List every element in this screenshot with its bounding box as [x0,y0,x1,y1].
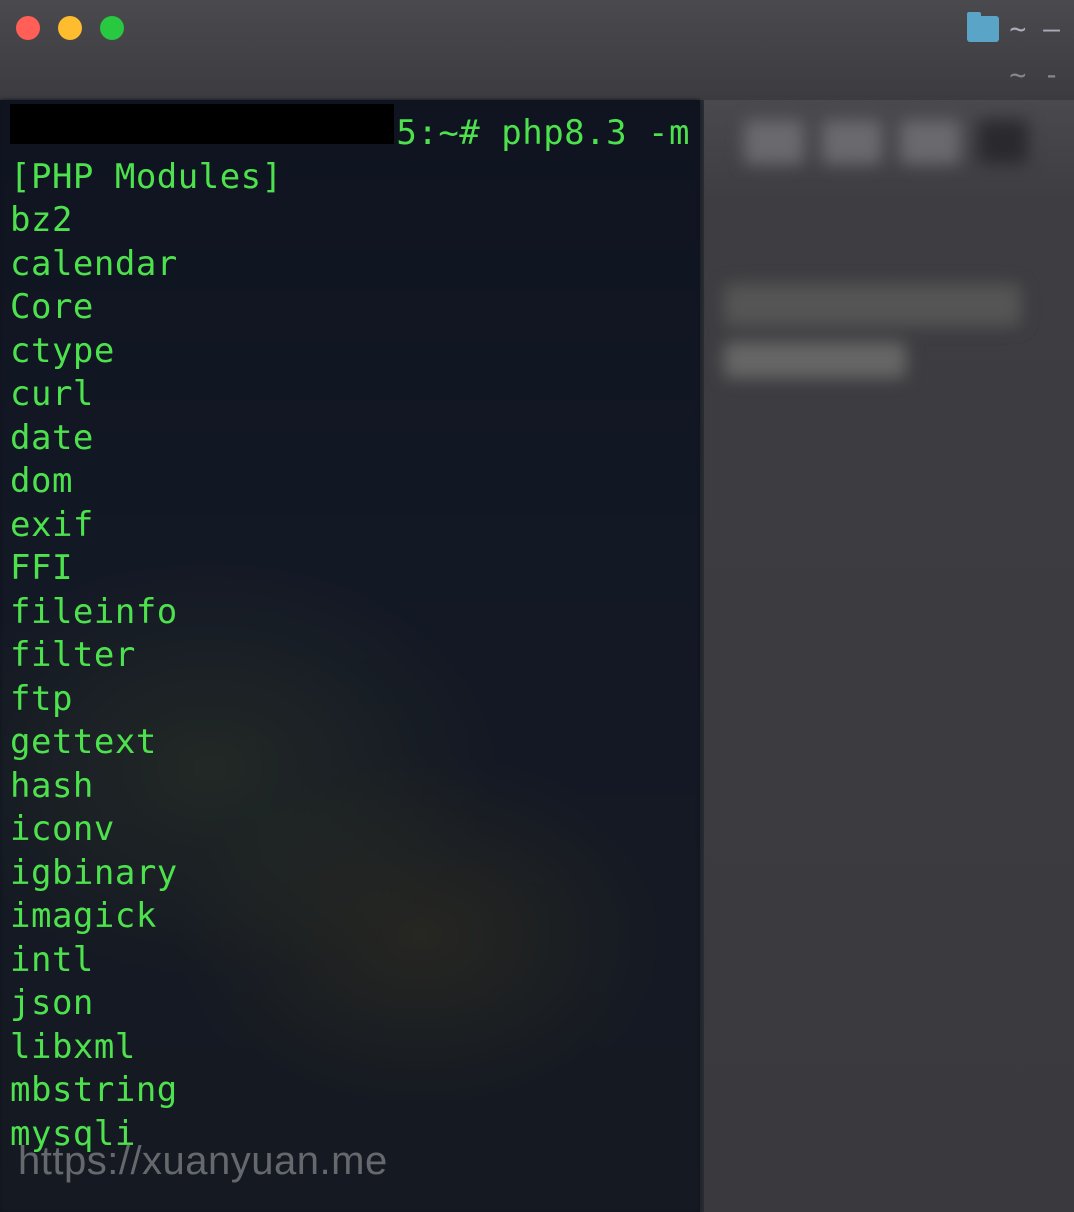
blurred-toolbar-item [978,120,1028,164]
terminal[interactable]: 5:~# php8.3 -m [PHP Modules] bz2calendar… [0,100,700,1212]
module-line: ctype [10,330,690,374]
minimize-button[interactable] [58,16,82,40]
module-line: bz2 [10,199,690,243]
module-line: curl [10,373,690,417]
module-line: intl [10,939,690,983]
module-line: imagick [10,895,690,939]
module-line: filter [10,634,690,678]
maximize-button[interactable] [100,16,124,40]
module-line: calendar [10,243,690,287]
background-window [704,100,1074,1212]
tab-path: ~ - [1009,58,1060,91]
module-line: libxml [10,1026,690,1070]
tab-indicator[interactable]: ~ — [967,12,1060,45]
watermark-text: https://xuanyuan.me [18,1139,388,1184]
traffic-lights [16,16,124,40]
prompt-line: 5:~# php8.3 -m [10,104,690,156]
blurred-toolbar-item [900,120,960,164]
module-line: iconv [10,808,690,852]
blurred-heading [724,284,1021,326]
prompt-suffix: 5:~# [396,112,480,156]
module-line: date [10,417,690,461]
command-text: php8.3 -m [501,112,690,156]
module-line: ftp [10,678,690,722]
module-line: fileinfo [10,591,690,635]
tab-label: ~ — [1009,12,1060,45]
folder-icon [967,16,999,42]
blurred-toolbar-item [744,120,804,164]
module-line: json [10,982,690,1026]
module-line: hash [10,765,690,809]
module-line: dom [10,460,690,504]
module-line: mbstring [10,1069,690,1113]
close-button[interactable] [16,16,40,40]
module-line: igbinary [10,852,690,896]
window-titlebar: ~ — ~ - [0,0,1074,100]
terminal-output: 5:~# php8.3 -m [PHP Modules] bz2calendar… [0,100,700,1160]
module-line: exif [10,504,690,548]
blurred-subheading [724,342,906,378]
module-line: Core [10,286,690,330]
module-line: FFI [10,547,690,591]
redacted-hostname [10,104,394,144]
blurred-toolbar-item [822,120,882,164]
module-line: gettext [10,721,690,765]
modules-header: [PHP Modules] [10,156,690,200]
